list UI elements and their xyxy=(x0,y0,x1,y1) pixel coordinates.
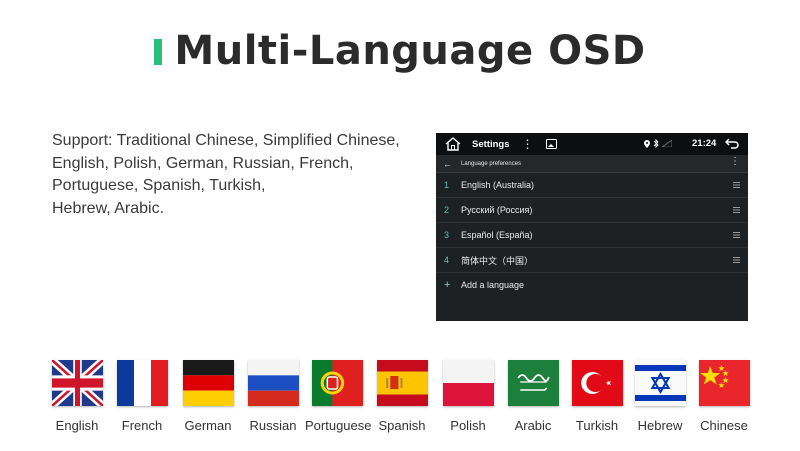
flag-label: Spanish xyxy=(378,418,426,433)
france-flag-icon xyxy=(116,360,168,406)
china-flag-icon xyxy=(698,360,750,406)
title-accent-bar xyxy=(154,39,163,65)
flag-label: Turkish xyxy=(575,418,619,433)
flag-label: Chinese xyxy=(700,418,748,433)
overflow-menu-icon[interactable]: ⋮ xyxy=(730,157,740,167)
supported-languages-text: Support: Traditional Chinese, Simplified… xyxy=(52,130,432,220)
flag-item-spanish: Spanish xyxy=(370,360,434,433)
poland-flag-icon xyxy=(442,360,494,406)
flag-item-turkish: Turkish xyxy=(565,360,629,433)
language-number: 4 xyxy=(444,255,450,265)
turkey-flag-icon xyxy=(571,360,623,406)
germany-flag-icon xyxy=(182,360,234,406)
flag-item-hebrew: Hebrew xyxy=(628,360,692,433)
language-number: 3 xyxy=(444,230,450,240)
support-line: English, Polish, German, Russian, French… xyxy=(52,154,354,172)
flag-item-portuguese: Portuguese xyxy=(305,360,372,433)
home-icon[interactable] xyxy=(444,136,462,152)
language-name: English (Australia) xyxy=(461,180,535,190)
language-preferences-title: Language preferences xyxy=(461,160,522,167)
gallery-icon[interactable] xyxy=(546,139,558,149)
plus-icon: + xyxy=(444,279,451,291)
list-item[interactable]: 3 Español (España) xyxy=(436,223,748,248)
location-pin-icon xyxy=(644,139,650,148)
language-preferences-bar: ← Language preferences ⋮ xyxy=(436,155,748,173)
flag-item-arabic: Arabic xyxy=(501,360,565,433)
vertical-dots-icon[interactable]: ⋮ xyxy=(521,138,533,150)
language-name: 简体中文（中国） xyxy=(461,255,534,266)
add-language-label: Add a language xyxy=(461,280,525,290)
language-name: Русский (Россия) xyxy=(461,205,533,215)
bluetooth-icon xyxy=(653,139,659,148)
list-item[interactable]: 1 English (Australia) xyxy=(436,173,748,198)
drag-handle-icon[interactable] xyxy=(733,207,740,213)
drag-handle-icon[interactable] xyxy=(733,232,740,238)
language-list: 1 English (Australia) 2 Русский (Россия)… xyxy=(436,173,748,273)
page-header: Multi-Language OSD xyxy=(0,26,800,76)
flag-item-chinese: Chinese xyxy=(692,360,756,433)
status-bar: Settings ⋮ 21:24 xyxy=(436,133,748,155)
back-icon[interactable] xyxy=(725,137,739,150)
flag-item-french: French xyxy=(110,360,174,433)
flag-item-russian: Russian xyxy=(241,360,305,433)
spain-flag-icon xyxy=(376,360,428,406)
flag-label: German xyxy=(184,418,232,433)
language-number: 1 xyxy=(444,180,450,190)
uk-flag-icon xyxy=(50,355,104,411)
flag-item-polish: Polish xyxy=(436,360,500,433)
device-screen: Settings ⋮ 21:24 ← Language preferences … xyxy=(436,133,748,321)
clock: 21:24 xyxy=(692,138,717,149)
flag-label: English xyxy=(55,418,99,433)
flag-label: Arabic xyxy=(514,418,552,433)
flag-label: Polish xyxy=(450,418,486,433)
flag-label: Russian xyxy=(249,418,297,433)
saudi-arabia-flag-icon xyxy=(507,360,559,406)
settings-title: Settings xyxy=(472,138,510,150)
drag-handle-icon[interactable] xyxy=(733,257,740,263)
language-name: Español (España) xyxy=(461,230,533,240)
support-line: Support: Traditional Chinese, Simplified… xyxy=(52,132,400,149)
system-status-icons xyxy=(644,139,672,148)
arrow-left-icon[interactable]: ← xyxy=(443,159,452,169)
flag-label: Portuguese xyxy=(305,418,372,433)
drag-handle-icon[interactable] xyxy=(733,182,740,188)
portugal-flag-icon xyxy=(311,360,363,406)
page-title: Multi-Language OSD xyxy=(174,28,646,74)
signal-icon xyxy=(662,140,672,147)
list-item[interactable]: 2 Русский (Россия) xyxy=(436,198,748,223)
support-line: Hebrew, Arabic. xyxy=(52,199,165,217)
list-item[interactable]: 4 简体中文（中国） xyxy=(436,248,748,273)
flag-label: Hebrew xyxy=(637,418,683,433)
flag-item-german: German xyxy=(176,360,240,433)
russia-flag-icon xyxy=(247,360,299,406)
israel-flag-icon xyxy=(634,360,686,406)
support-line: Portuguese, Spanish, Turkish, xyxy=(52,177,266,194)
flag-label: French xyxy=(121,418,163,433)
language-number: 2 xyxy=(444,205,450,215)
flag-item-english: English xyxy=(45,355,109,433)
add-language-button[interactable]: + Add a language xyxy=(436,273,748,297)
